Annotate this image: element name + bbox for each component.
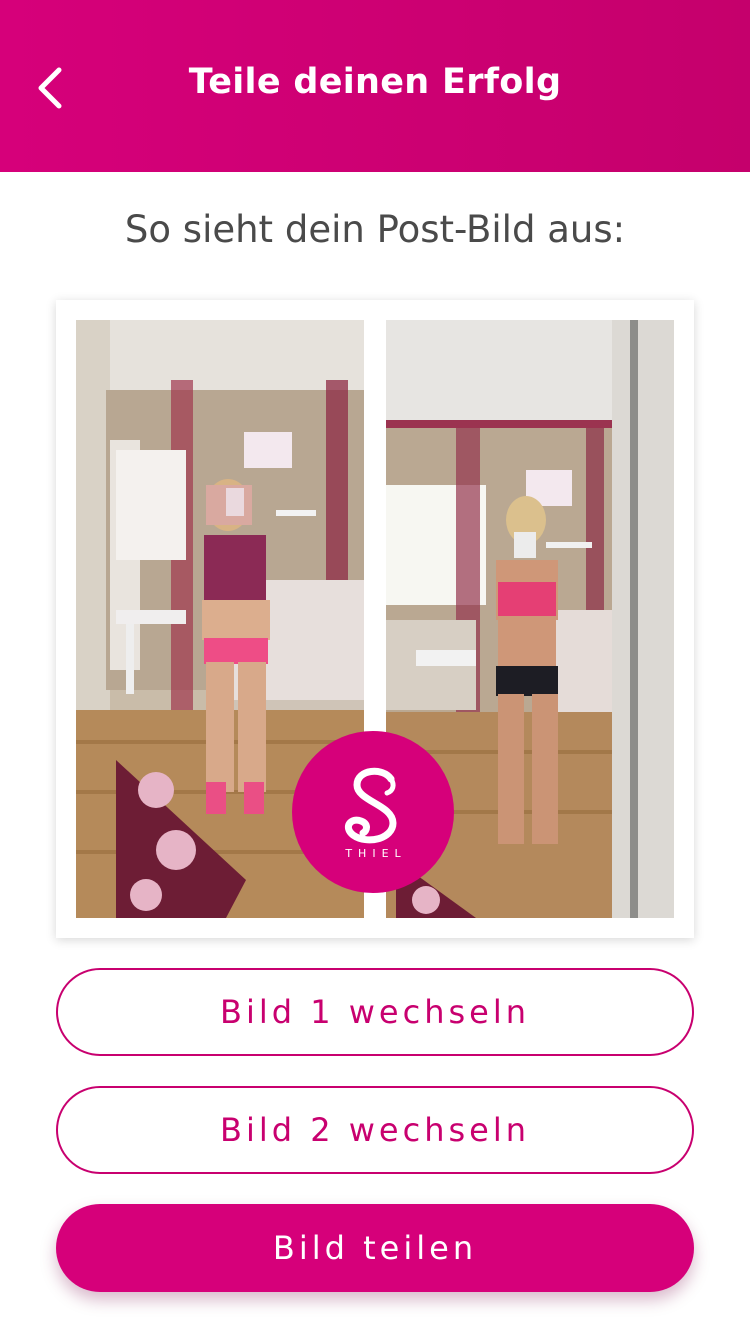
brand-s-logo-icon <box>345 767 397 843</box>
app-header: Teile deinen Erfolg <box>0 0 750 172</box>
share-image-button[interactable]: Bild teilen <box>56 1204 694 1292</box>
post-image-preview: THIEL <box>56 300 694 938</box>
page-title: Teile deinen Erfolg <box>188 62 562 102</box>
change-image-2-button[interactable]: Bild 2 wechseln <box>56 1086 694 1174</box>
preview-subtitle: So sieht dein Post-Bild aus: <box>124 208 626 251</box>
brand-logo-badge: THIEL <box>292 731 454 893</box>
change-image-1-button[interactable]: Bild 1 wechseln <box>56 968 694 1056</box>
brand-name: THIEL <box>345 846 407 860</box>
